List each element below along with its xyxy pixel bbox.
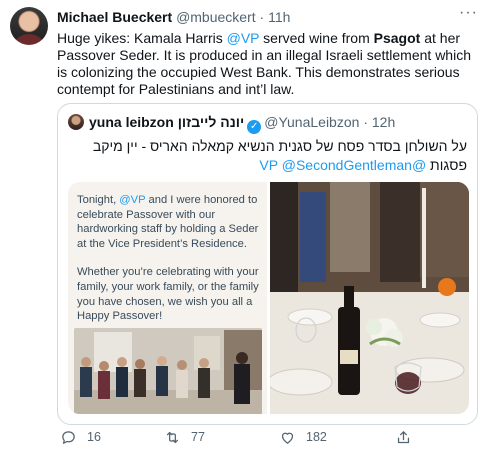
quote-text-line: על השולחן בסדר פסח של סגנית הנשיא קמאלה … bbox=[92, 138, 467, 154]
quote-author-avatar[interactable] bbox=[68, 114, 84, 130]
retweet-count: 77 bbox=[191, 430, 205, 444]
bold-word: Psagot bbox=[373, 30, 421, 46]
quote-time[interactable]: 12h bbox=[372, 114, 395, 130]
like-button[interactable]: 182 bbox=[279, 427, 327, 447]
like-icon bbox=[281, 432, 294, 444]
quote-media[interactable]: Tonight, @VP and I were honored to celeb… bbox=[68, 182, 469, 414]
quote-header-separator: · bbox=[363, 114, 368, 130]
tweet-header: Michael Bueckert @mbueckert · 11h bbox=[57, 8, 480, 26]
quote-text-part: פסגות bbox=[426, 157, 467, 173]
author-handle[interactable]: @mbueckert bbox=[176, 9, 256, 25]
quote-text: על השולחן בסדר פסח של סגנית הנשיא קמאלה … bbox=[67, 137, 467, 175]
table-illustration bbox=[270, 182, 469, 414]
share-button[interactable] bbox=[395, 427, 412, 447]
like-count: 182 bbox=[306, 430, 327, 444]
seder-table-photo[interactable] bbox=[270, 182, 469, 414]
reply-count: 16 bbox=[87, 430, 101, 444]
more-options-icon[interactable]: ··· bbox=[459, 4, 478, 22]
quoted-tweet[interactable]: yuna leibzon יונה לייבזון ✓ @YunaLeibzon ·… bbox=[57, 103, 478, 425]
header-separator: · bbox=[259, 9, 265, 25]
statement-text-part: Tonight, bbox=[77, 194, 120, 206]
mention-second-gentleman[interactable]: @SecondGentleman bbox=[282, 157, 412, 173]
reply-button[interactable]: 16 bbox=[60, 427, 101, 447]
tweet-time[interactable]: 11h bbox=[268, 9, 290, 25]
retweet-icon bbox=[166, 431, 179, 443]
quote-text-line: פסגות @VP @SecondGentleman bbox=[67, 156, 467, 175]
author-name[interactable]: Michael Bueckert bbox=[57, 9, 172, 25]
quote-author-name[interactable]: yuna leibzon יונה לייבזון bbox=[89, 114, 244, 130]
tweet-text-part: Huge yikes: Kamala Harris bbox=[57, 30, 227, 46]
statement-text: Tonight, @VP and I were honored to celeb… bbox=[77, 193, 263, 338]
author-avatar[interactable] bbox=[10, 7, 48, 45]
statement-image[interactable]: Tonight, @VP and I were honored to celeb… bbox=[68, 182, 267, 414]
gathering-illustration bbox=[74, 328, 262, 414]
tweet[interactable]: Michael Bueckert @mbueckert · 11h ··· Hu… bbox=[0, 0, 490, 457]
verified-badge-icon: ✓ bbox=[247, 120, 262, 134]
seder-gathering-photo bbox=[74, 328, 262, 414]
mention-vp: @VP bbox=[119, 194, 146, 206]
share-icon bbox=[397, 430, 410, 443]
statement-paragraph: Tonight, @VP and I were honored to celeb… bbox=[77, 193, 263, 251]
quote-author-handle[interactable]: @YunaLeibzon bbox=[264, 114, 359, 130]
quote-header: yuna leibzon יונה לייבזון ✓ @YunaLeibzon ·… bbox=[68, 113, 467, 134]
statement-paragraph: Whether you’re celebrating with your fam… bbox=[77, 266, 259, 323]
tweet-actions: 16 77 182 bbox=[57, 427, 478, 447]
tweet-text-part: served wine from bbox=[259, 30, 374, 46]
retweet-button[interactable]: 77 bbox=[164, 427, 205, 447]
reply-icon bbox=[62, 430, 75, 444]
mention-vp[interactable]: @VP bbox=[227, 30, 260, 46]
tweet-text: Huge yikes: Kamala Harris @VP served win… bbox=[57, 30, 475, 98]
